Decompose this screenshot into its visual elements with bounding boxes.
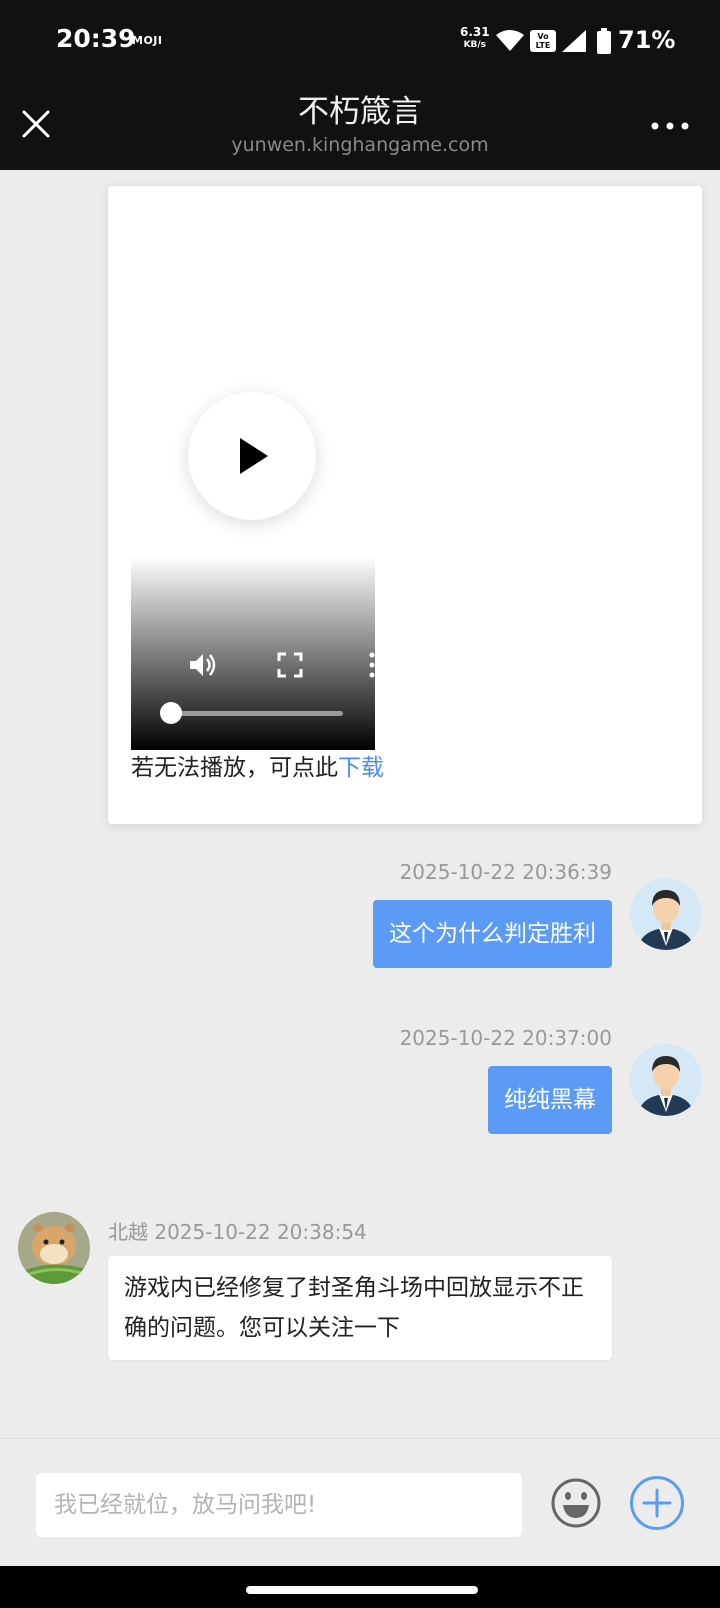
play-icon: [240, 438, 268, 474]
battery-percent: 71%: [618, 26, 676, 54]
input-bar: [0, 1438, 720, 1566]
play-button[interactable]: [188, 392, 316, 520]
download-hint: 若无法播放，可点此下载: [131, 748, 384, 782]
agent-name: 北越: [108, 1220, 148, 1244]
webview-header: 不朽箴言 yunwen.kinghangame.com: [0, 82, 720, 170]
wifi-icon: [496, 30, 524, 51]
battery-icon: [597, 28, 611, 54]
agent-meta: 北越 2025-10-22 20:38:54: [108, 1216, 367, 1245]
more-vertical-icon[interactable]: [369, 652, 375, 678]
page-domain: yunwen.kinghangame.com: [231, 134, 489, 156]
hamster-avatar-icon: [18, 1212, 90, 1284]
emoji-icon[interactable]: [550, 1477, 602, 1529]
system-nav-bar: [0, 1566, 720, 1608]
message-bubble[interactable]: 游戏内已经修复了封圣角斗场中回放显示不正确的问题。您可以关注一下: [108, 1256, 612, 1360]
volte-top: Vo: [537, 32, 549, 41]
user-avatar[interactable]: [630, 1044, 702, 1116]
header-title-block: 不朽箴言 yunwen.kinghangame.com: [160, 92, 560, 158]
video-controls: [131, 556, 375, 750]
agent-avatar[interactable]: [18, 1212, 90, 1284]
moji-badge: MOJI: [132, 34, 163, 47]
message-bubble[interactable]: 这个为什么判定胜利: [373, 900, 612, 968]
fullscreen-icon[interactable]: [277, 652, 303, 678]
network-speed: 6.31 KB/s: [460, 26, 490, 52]
user-avatar-icon: [638, 890, 694, 950]
volte-icon: Vo LTE: [530, 30, 556, 52]
plus-circle-icon[interactable]: [629, 1475, 685, 1531]
user-avatar[interactable]: [630, 878, 702, 950]
status-bar: 20:39 MOJI 6.31 KB/s Vo LTE 71%: [0, 0, 720, 82]
close-icon[interactable]: [20, 108, 52, 140]
message-timestamp: 2025-10-22 20:36:39: [399, 860, 612, 884]
network-speed-value: 6.31: [460, 25, 490, 39]
message-input[interactable]: [36, 1473, 522, 1537]
progress-thumb[interactable]: [160, 702, 182, 724]
download-link[interactable]: 下载: [338, 755, 384, 781]
more-horizontal-icon[interactable]: [650, 118, 690, 134]
message-timestamp: 2025-10-22 20:38:54: [154, 1220, 367, 1244]
message-bubble[interactable]: 纯纯黑幕: [488, 1066, 612, 1134]
status-time: 20:39: [56, 24, 136, 53]
volte-bottom: LTE: [535, 41, 551, 50]
home-indicator[interactable]: [246, 1586, 478, 1594]
progress-track[interactable]: [171, 711, 343, 716]
signal-icon: [562, 30, 586, 52]
volume-icon[interactable]: [187, 650, 217, 680]
video-message-card: 若无法播放，可点此下载: [108, 186, 702, 824]
download-hint-text: 若无法播放，可点此: [131, 755, 338, 781]
chat-area[interactable]: 若无法播放，可点此下载 2025-10-22 20:36:39 这个为什么判定胜…: [0, 170, 720, 1438]
network-speed-unit: KB/s: [463, 40, 487, 50]
user-avatar-icon: [638, 1056, 694, 1116]
page-title: 不朽箴言: [298, 94, 422, 130]
message-timestamp: 2025-10-22 20:37:00: [399, 1026, 612, 1050]
